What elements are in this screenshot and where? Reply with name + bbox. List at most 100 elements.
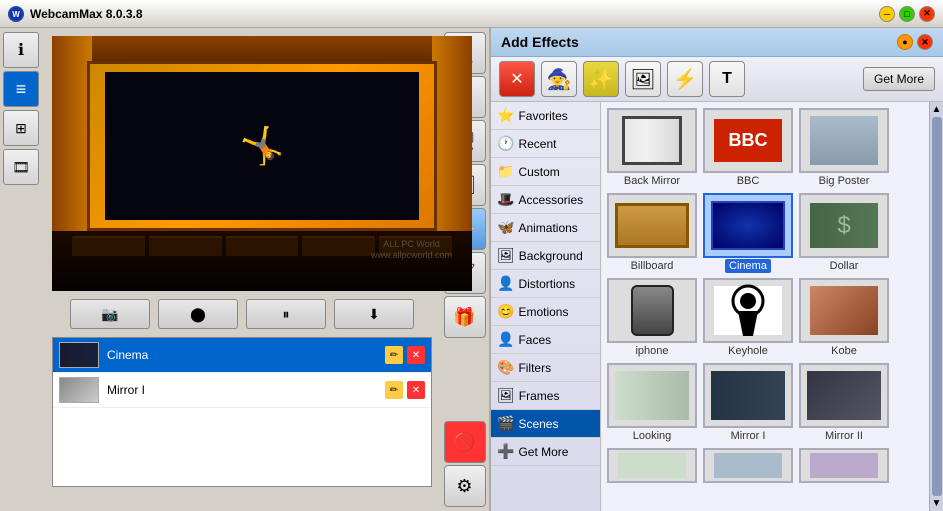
effect-item-cinema[interactable]: Cinema ✏ ✕: [53, 338, 431, 373]
cat-scenes[interactable]: 🎬 Scenes: [491, 410, 600, 438]
effect-card-iphone[interactable]: iphone: [607, 278, 697, 357]
cat-emotions-label: Emotions: [518, 305, 568, 319]
fx-remove-button[interactable]: ✕: [499, 61, 535, 97]
cat-accessories[interactable]: 🎩 Accessories: [491, 186, 600, 214]
cat-distortions[interactable]: 👤 Distortions: [491, 270, 600, 298]
maximize-button[interactable]: □: [899, 6, 915, 22]
emotions-icon: 😊: [497, 303, 514, 320]
effect-label-looking: Looking: [607, 430, 697, 442]
cat-favorites[interactable]: ⭐ Favorites: [491, 102, 600, 130]
scenes-icon: 🎬: [497, 415, 514, 432]
get-more-button[interactable]: Get More: [863, 67, 935, 91]
effects-close-button[interactable]: ✕: [917, 34, 933, 50]
pause-button[interactable]: ⏸: [246, 299, 326, 329]
cat-faces-label: Faces: [518, 333, 551, 347]
effect-img-big-poster: [799, 108, 889, 173]
close-button[interactable]: ✕: [919, 6, 935, 22]
svg-text:W: W: [12, 10, 20, 19]
titlebar: W WebcamMax 8.0.3.8 ─ □ ✕: [0, 0, 943, 28]
effect-card-billboard[interactable]: Billboard: [607, 193, 697, 272]
effect-thumb-mirror-i: [59, 377, 99, 403]
download-button[interactable]: ⬇: [334, 299, 414, 329]
effect-card-mirror-i[interactable]: Mirror I: [703, 363, 793, 442]
cat-frames[interactable]: 🖼 Frames: [491, 382, 600, 410]
accessories-icon: 🎩: [497, 191, 514, 208]
fx-add-image-button[interactable]: 🖼: [625, 61, 661, 97]
toolbar-btn-error[interactable]: 🚫: [444, 421, 486, 463]
effect-item-mirror-i[interactable]: Mirror I ✏ ✕: [53, 373, 431, 408]
cat-background[interactable]: 🖼 Background: [491, 242, 600, 270]
cat-faces[interactable]: 👤 Faces: [491, 326, 600, 354]
cat-scenes-label: Scenes: [518, 417, 558, 431]
background-icon: 🖼: [497, 247, 515, 264]
scroll-thumb[interactable]: [932, 117, 942, 496]
effect-img-extra-2: [703, 448, 793, 483]
fx-magic-button[interactable]: 🧙: [541, 61, 577, 97]
category-list: ⭐ Favorites 🕐 Recent 📁 Custom 🎩 Accessor…: [491, 102, 601, 511]
main-area: ℹ ≡ ⊞ 🎞 🤸: [0, 28, 943, 511]
frames-icon: 🖼: [497, 387, 515, 404]
cat-recent[interactable]: 🕐 Recent: [491, 130, 600, 158]
effect-label-mirror-i: Mirror I: [107, 383, 145, 397]
effect-card-mirror-ii[interactable]: Mirror II: [799, 363, 889, 442]
side-tabs: ℹ ≡ ⊞ 🎞: [0, 28, 42, 189]
cat-emotions[interactable]: 😊 Emotions: [491, 298, 600, 326]
effect-label-mirror-ii: Mirror II: [799, 430, 889, 442]
effects-title: Add Effects: [501, 34, 579, 50]
effect-label-keyhole: Keyhole: [703, 345, 793, 357]
cat-filters[interactable]: 🎨 Filters: [491, 354, 600, 382]
cat-get-more[interactable]: ➕ Get More: [491, 438, 600, 466]
delete-cinema-button[interactable]: ✕: [407, 346, 425, 364]
fx-add-text-button[interactable]: T: [709, 61, 745, 97]
cat-favorites-label: Favorites: [518, 109, 567, 123]
filters-icon: 🎨: [497, 359, 514, 376]
effect-card-kobe[interactable]: Kobe: [799, 278, 889, 357]
cat-frames-label: Frames: [519, 389, 560, 403]
effect-img-iphone: [607, 278, 697, 343]
cat-animations[interactable]: 🦋 Animations: [491, 214, 600, 242]
effect-img-cinema: [703, 193, 793, 258]
effect-card-keyhole[interactable]: Keyhole: [703, 278, 793, 357]
snapshot-button[interactable]: 📷: [70, 299, 150, 329]
cat-get-more-label: Get More: [518, 445, 568, 459]
effect-thumb-cinema: [59, 342, 99, 368]
tab-film[interactable]: 🎞: [3, 149, 39, 185]
effect-card-looking[interactable]: Looking: [607, 363, 697, 442]
edit-cinema-button[interactable]: ✏: [385, 346, 403, 364]
tab-grid[interactable]: ⊞: [3, 110, 39, 146]
title-controls: ─ □ ✕: [879, 6, 935, 22]
effect-img-extra-3: [799, 448, 889, 483]
effect-label-mirror-i: Mirror I: [703, 430, 793, 442]
delete-mirror-button[interactable]: ✕: [407, 381, 425, 399]
toolbar-btn-settings[interactable]: ⚙: [444, 465, 486, 507]
effects-row-2: Billboard Cinema $ Doll: [607, 193, 923, 272]
fx-add-flash-button[interactable]: ⚡: [667, 61, 703, 97]
applied-effects-list: Cinema ✏ ✕ Mirror I ✏ ✕: [52, 337, 432, 487]
scroll-down-arrow[interactable]: ▼: [932, 498, 942, 509]
effect-card-extra-3[interactable]: [799, 448, 889, 483]
add-effects-panel: Add Effects ● ✕ ✕ 🧙 ✨ 🖼 ⚡ T Get More ⭐ F…: [490, 28, 943, 511]
minimize-button[interactable]: ─: [879, 6, 895, 22]
effect-label-iphone: iphone: [607, 345, 697, 357]
record-button[interactable]: ⬤: [158, 299, 238, 329]
effect-card-bbc[interactable]: BBC BBC: [703, 108, 793, 187]
effects-btn-orange[interactable]: ●: [897, 34, 913, 50]
effect-card-extra-2[interactable]: [703, 448, 793, 483]
toolbar-btn-gift[interactable]: 🎁: [444, 296, 486, 338]
effect-img-extra-1: [607, 448, 697, 483]
effect-img-keyhole: [703, 278, 793, 343]
tab-list[interactable]: ≡: [3, 71, 39, 107]
effects-scrollbar[interactable]: ▲ ▼: [929, 102, 943, 511]
cat-distortions-label: Distortions: [518, 277, 575, 291]
effect-card-dollar[interactable]: $ Dollar: [799, 193, 889, 272]
edit-mirror-button[interactable]: ✏: [385, 381, 403, 399]
cat-custom[interactable]: 📁 Custom: [491, 158, 600, 186]
effect-card-cinema[interactable]: Cinema: [703, 193, 793, 272]
tab-info[interactable]: ℹ: [3, 32, 39, 68]
effect-card-back-mirror[interactable]: Back Mirror: [607, 108, 697, 187]
scroll-up-arrow[interactable]: ▲: [932, 104, 942, 115]
fx-effects-button[interactable]: ✨: [583, 61, 619, 97]
effect-card-big-poster[interactable]: Big Poster: [799, 108, 889, 187]
effect-card-extra-1[interactable]: [607, 448, 697, 483]
effect-actions-mirror-i: ✏ ✕: [385, 381, 425, 399]
